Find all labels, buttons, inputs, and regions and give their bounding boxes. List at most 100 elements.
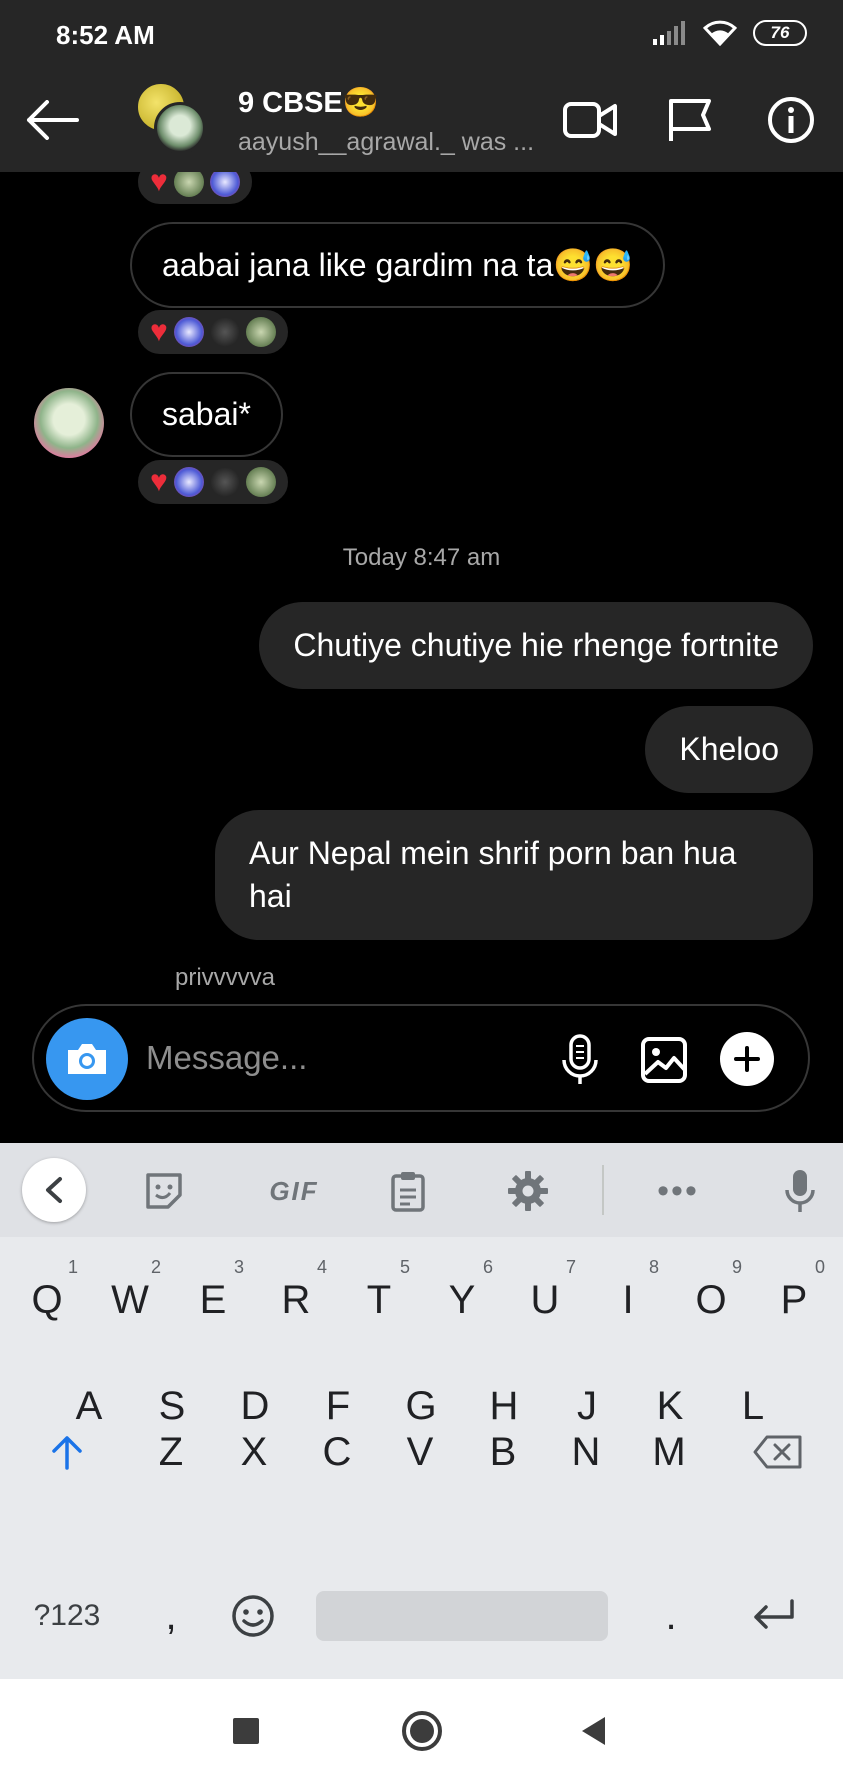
square-icon — [233, 1718, 259, 1744]
gallery-button[interactable] — [636, 1032, 692, 1088]
wifi-icon — [703, 20, 737, 46]
sender-avatar[interactable] — [34, 388, 104, 458]
microphone-icon — [785, 1170, 815, 1212]
key-label: P — [780, 1277, 808, 1322]
avatar — [209, 467, 240, 497]
video-call-button[interactable] — [562, 92, 618, 148]
message-composer — [32, 1004, 810, 1112]
voice-input-button[interactable] — [770, 1161, 830, 1221]
key-q[interactable]: Q1 — [12, 1255, 82, 1345]
message-bubble-outgoing[interactable]: Aur Nepal mein shrif porn ban hua hai — [215, 810, 813, 941]
message-timestamp: Today 8:47 am — [342, 544, 501, 571]
sticker-button[interactable] — [134, 1161, 194, 1221]
heart-icon: ♥ — [150, 172, 168, 198]
battery-icon: 76 — [753, 20, 807, 46]
typing-preview: privvvvva — [175, 964, 276, 991]
key-hint: 1 — [67, 1257, 78, 1277]
emoji-key[interactable] — [218, 1571, 288, 1661]
key-w[interactable]: W2 — [95, 1255, 165, 1345]
message-bubble-outgoing[interactable]: Kheloo — [645, 706, 813, 794]
key-label: Q — [31, 1277, 63, 1322]
key-label: T — [366, 1277, 392, 1322]
gif-button[interactable]: GIF — [254, 1161, 334, 1221]
key-p[interactable]: P0 — [759, 1255, 829, 1345]
key-c[interactable]: C — [302, 1407, 372, 1497]
sticker-icon — [146, 1173, 182, 1209]
group-subtitle: aayush__agrawal._ was ... — [238, 128, 535, 156]
key-label: R — [281, 1277, 311, 1322]
key-r[interactable]: R4 — [261, 1255, 331, 1345]
report-flag-button[interactable] — [662, 92, 718, 148]
triangle-back-icon — [582, 1717, 605, 1745]
key-z[interactable]: Z — [136, 1407, 206, 1497]
avatar — [173, 317, 204, 347]
status-icons: 76 — [653, 20, 807, 46]
group-name[interactable]: 9 CBSE😎 — [238, 86, 379, 120]
back-button[interactable] — [22, 90, 82, 150]
flag-icon — [669, 99, 711, 141]
space-key[interactable] — [316, 1591, 608, 1641]
reaction-pill[interactable]: ♥ — [136, 308, 290, 356]
key-hint: 3 — [233, 1257, 244, 1277]
camera-button[interactable] — [46, 1018, 128, 1100]
status-time: 8:52 AM — [56, 20, 155, 50]
enter-arrow-icon — [754, 1599, 794, 1629]
key-e[interactable]: E3 — [178, 1255, 248, 1345]
message-input[interactable] — [146, 1034, 476, 1082]
key-label: O — [695, 1277, 727, 1322]
key-x[interactable]: X — [219, 1407, 289, 1497]
avatar — [154, 102, 206, 154]
comma-key[interactable]: , — [136, 1571, 206, 1661]
key-v[interactable]: V — [385, 1407, 455, 1497]
signal-icon — [653, 21, 685, 45]
key-o[interactable]: O9 — [676, 1255, 746, 1345]
group-avatar[interactable] — [136, 82, 208, 154]
chevron-left-icon — [46, 1177, 62, 1203]
soft-keyboard: GIF ••• Q 1 W 2 E 3 R 4 T 5 Y 6 U 7 I 8 … — [0, 1143, 843, 1679]
shift-key[interactable] — [32, 1407, 102, 1497]
toolbar-divider — [602, 1165, 604, 1215]
message-thread[interactable]: ♥ aabai jana like gardim na ta😅😅 ♥ sabai… — [0, 172, 843, 1000]
clipboard-button[interactable] — [378, 1161, 438, 1221]
clipboard-icon — [391, 1172, 425, 1212]
home-button[interactable] — [396, 1705, 448, 1757]
system-nav-bar — [0, 1679, 843, 1780]
key-b[interactable]: B — [468, 1407, 538, 1497]
key-hint: 8 — [648, 1257, 659, 1277]
info-button[interactable] — [763, 92, 819, 148]
enter-key[interactable] — [738, 1571, 808, 1661]
key-y[interactable]: Y6 — [427, 1255, 497, 1345]
avatar — [245, 317, 276, 347]
plus-icon — [734, 1046, 760, 1072]
reaction-pill[interactable]: ♥ — [136, 458, 290, 506]
period-key[interactable]: . — [636, 1571, 706, 1661]
message-bubble-incoming[interactable]: sabai* — [130, 372, 283, 457]
key-m[interactable]: M — [634, 1407, 704, 1497]
key-u[interactable]: U7 — [510, 1255, 580, 1345]
message-bubble-incoming[interactable]: aabai jana like gardim na ta😅😅 — [130, 222, 666, 308]
shift-arrow-icon — [52, 1436, 82, 1470]
symbols-key[interactable]: ?123 — [28, 1571, 106, 1661]
voice-message-button[interactable] — [552, 1032, 608, 1088]
backspace-key[interactable] — [742, 1407, 814, 1497]
key-t[interactable]: T5 — [344, 1255, 414, 1345]
message-bubble-outgoing[interactable]: Chutiye chutiye hie rhenge fortnite — [259, 602, 813, 690]
avatar — [173, 172, 204, 197]
chat-header: 9 CBSE😎 aayush__agrawal._ was ... — [0, 68, 843, 172]
recents-button[interactable] — [220, 1705, 272, 1757]
keyboard-collapse-button[interactable] — [22, 1158, 86, 1222]
back-nav-button[interactable] — [568, 1705, 620, 1757]
more-actions-button[interactable] — [720, 1032, 774, 1086]
key-n[interactable]: N — [551, 1407, 621, 1497]
more-options-button[interactable]: ••• — [648, 1161, 708, 1221]
key-i[interactable]: I8 — [593, 1255, 663, 1345]
keyboard-settings-button[interactable] — [498, 1161, 558, 1221]
gear-icon — [508, 1171, 548, 1211]
keyboard-toolbar: GIF ••• — [0, 1143, 843, 1237]
smiley-icon — [232, 1595, 274, 1637]
info-icon — [768, 97, 814, 143]
key-hint: 7 — [565, 1257, 576, 1277]
key-label: I — [622, 1277, 634, 1322]
avatar — [209, 172, 240, 197]
reaction-pill[interactable]: ♥ — [136, 172, 254, 206]
